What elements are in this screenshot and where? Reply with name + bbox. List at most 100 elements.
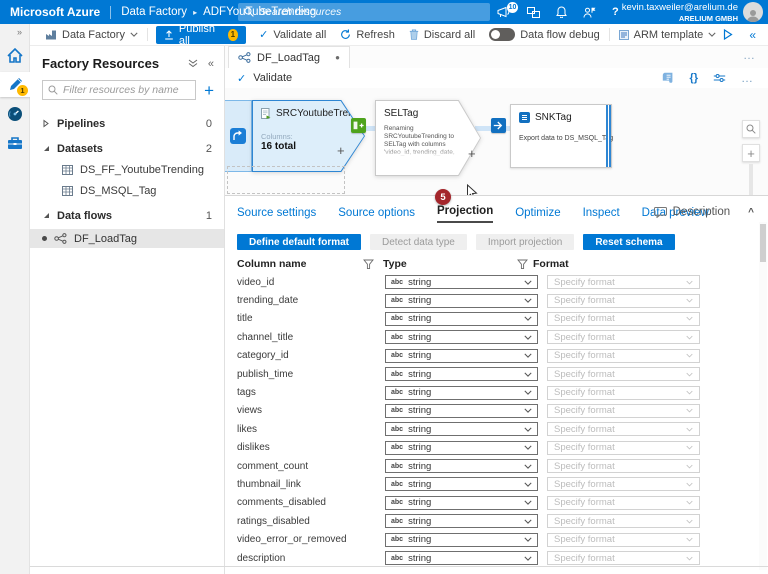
format-dropdown[interactable]: Specify format <box>547 367 700 381</box>
tree-group-dataflows[interactable]: Data flows 1 <box>30 206 224 225</box>
type-dropdown[interactable]: abc string <box>385 533 538 547</box>
nav-monitor[interactable] <box>0 101 30 126</box>
avatar[interactable] <box>743 2 763 22</box>
add-transform-plus[interactable]: + <box>468 146 476 161</box>
tab-projection[interactable]: 5 Projection <box>437 205 493 223</box>
feedback-icon[interactable] <box>583 7 596 18</box>
filter-funnel-icon[interactable] <box>517 259 528 270</box>
table-row: views abc string Specify format <box>225 402 768 420</box>
format-dropdown[interactable]: Specify format <box>547 441 700 455</box>
settings-sliders-icon[interactable] <box>713 73 726 83</box>
type-dropdown[interactable]: abc string <box>385 441 538 455</box>
tab-source-settings[interactable]: Source settings <box>237 207 316 223</box>
import-projection-button[interactable]: Import projection <box>476 234 574 250</box>
type-dropdown[interactable]: abc string <box>385 275 538 289</box>
type-dropdown[interactable]: abc string <box>385 459 538 473</box>
canvas-search-button[interactable] <box>742 120 760 138</box>
scope-selector[interactable]: Data Factory <box>38 29 145 41</box>
format-dropdown[interactable]: Specify format <box>547 422 700 436</box>
zoom-in-button[interactable]: + <box>742 144 760 162</box>
expand-rail-icon[interactable]: » <box>0 24 29 39</box>
bell-icon[interactable] <box>556 6 567 18</box>
format-dropdown[interactable]: Specify format <box>547 533 700 547</box>
node-select[interactable]: SELTag Renaming SRCYoutubeTrending to SE… <box>375 100 481 176</box>
collapse-all-icon[interactable] <box>188 59 198 68</box>
tree-item-ds-ff-youtubetrending[interactable]: DS_FF_YoutubeTrending <box>30 160 224 179</box>
format-dropdown[interactable]: Specify format <box>547 514 700 528</box>
format-dropdown[interactable]: Specify format <box>547 330 700 344</box>
format-dropdown[interactable]: Specify format <box>547 459 700 473</box>
type-dropdown[interactable]: abc string <box>385 496 538 510</box>
nav-home[interactable] <box>0 43 30 68</box>
tab-optimize[interactable]: Optimize <box>515 207 560 223</box>
global-search[interactable] <box>238 3 490 21</box>
type-dropdown[interactable]: abc string <box>385 367 538 381</box>
format-dropdown[interactable]: Specify format <box>547 349 700 363</box>
add-resource-button[interactable]: + <box>204 82 214 99</box>
directory-switch-icon[interactable] <box>527 7 540 18</box>
format-dropdown[interactable]: Specify format <box>547 386 700 400</box>
zoom-slider[interactable] <box>749 164 753 196</box>
type-dropdown[interactable]: abc string <box>385 551 538 565</box>
panel-scrollbar[interactable] <box>759 222 767 570</box>
type-dropdown[interactable]: abc string <box>385 294 538 308</box>
publish-all-button[interactable]: Publish all 1 <box>156 26 246 44</box>
script-icon[interactable] <box>662 72 674 84</box>
detect-data-type-button[interactable]: Detect data type <box>370 234 467 250</box>
type-dropdown[interactable]: abc string <box>385 477 538 491</box>
validate-button[interactable]: Validate <box>253 72 292 84</box>
tab-inspect[interactable]: Inspect <box>583 207 620 223</box>
type-dropdown[interactable]: abc string <box>385 349 538 363</box>
breadcrumb-data-factory[interactable]: Data Factory <box>121 6 187 18</box>
define-default-format-button[interactable]: Define default format <box>237 234 361 250</box>
format-dropdown[interactable]: Specify format <box>547 496 700 510</box>
more-icon[interactable]: … <box>741 71 754 85</box>
filter-input-wrap[interactable] <box>42 80 196 100</box>
arm-template-menu[interactable]: ARM template <box>612 29 724 41</box>
tab-source-options[interactable]: Source options <box>338 207 415 223</box>
refresh-button[interactable]: Refresh <box>333 29 402 41</box>
collapse-panel-chevron-icon[interactable]: ^ <box>748 207 754 218</box>
type-dropdown[interactable]: abc string <box>385 330 538 344</box>
dataflow-canvas[interactable]: SRCYoutubeTrending Columns: 16 total + S… <box>225 88 768 196</box>
filter-resources-input[interactable] <box>63 84 190 96</box>
type-dropdown[interactable]: abc string <box>385 422 538 436</box>
nav-manage[interactable] <box>0 130 30 155</box>
format-dropdown[interactable]: Specify format <box>547 294 700 308</box>
reset-schema-button[interactable]: Reset schema <box>583 234 674 250</box>
toggle-off-icon[interactable] <box>489 28 515 41</box>
filter-funnel-icon[interactable] <box>363 259 374 270</box>
play-icon[interactable] <box>723 29 733 40</box>
code-braces-icon[interactable]: {} <box>689 72 698 84</box>
dataflow-debug-toggle[interactable]: Data flow debug <box>482 28 607 41</box>
nav-author[interactable]: 1 <box>0 72 30 97</box>
validate-all-button[interactable]: ✓ Validate all <box>252 28 333 41</box>
type-dropdown[interactable]: abc string <box>385 312 538 326</box>
discard-all-button[interactable]: Discard all <box>402 29 482 41</box>
format-dropdown[interactable]: Specify format <box>547 404 700 418</box>
description-control[interactable]: Description ^ <box>654 206 754 218</box>
tree-item-ds-msql-tag[interactable]: DS_MSQL_Tag <box>30 181 224 200</box>
help-icon[interactable]: ? <box>612 6 619 18</box>
type-dropdown[interactable]: abc string <box>385 404 538 418</box>
more-icon[interactable]: … <box>743 48 756 62</box>
format-dropdown[interactable]: Specify format <box>547 551 700 565</box>
announcements-icon[interactable]: 10 <box>497 6 511 18</box>
node-sink[interactable]: SNKTag Export data to DS_MSQL_Tag <box>510 104 612 168</box>
type-dropdown[interactable]: abc string <box>385 514 538 528</box>
type-dropdown[interactable]: abc string <box>385 386 538 400</box>
tree-item-df-loadtag[interactable]: DF_LoadTag <box>30 229 224 248</box>
collapse-sidebar-icon[interactable]: « <box>208 58 214 70</box>
collapse-panel-icon[interactable]: « <box>749 28 756 42</box>
add-transform-plus[interactable]: + <box>337 143 345 158</box>
node-source[interactable]: SRCYoutubeTrending Columns: 16 total <box>252 100 365 172</box>
scrollbar-thumb[interactable] <box>760 224 766 262</box>
format-dropdown[interactable]: Specify format <box>547 312 700 326</box>
tree-group-datasets[interactable]: Datasets 2 <box>30 139 224 158</box>
tree-group-pipelines[interactable]: Pipelines 0 <box>30 114 224 133</box>
user-info[interactable]: kevin.taxweiler@arelium.de ARELIUM GMBH <box>622 3 738 23</box>
search-input[interactable] <box>259 6 484 18</box>
format-dropdown[interactable]: Specify format <box>547 275 700 289</box>
format-dropdown[interactable]: Specify format <box>547 477 700 491</box>
tab-df-loadtag[interactable]: DF_LoadTag ● <box>228 46 350 68</box>
